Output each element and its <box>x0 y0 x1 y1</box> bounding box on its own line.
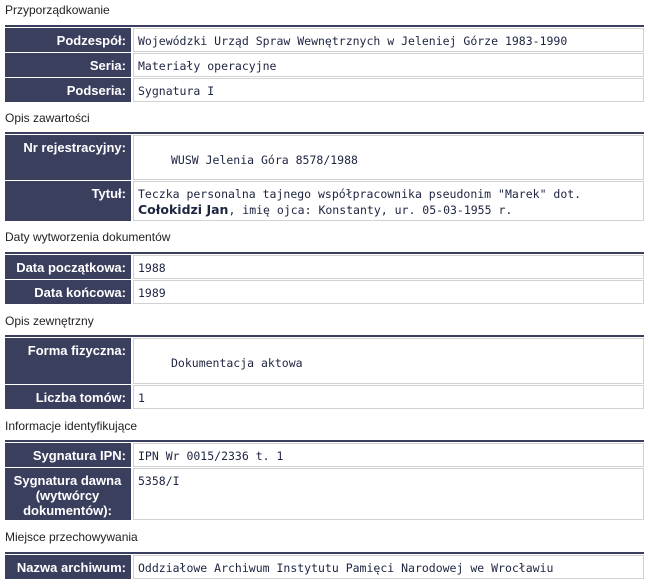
field-row-podseria: Podseria: Sygnatura I <box>5 78 644 102</box>
field-value: 5358/I <box>133 468 644 520</box>
field-row-nr-rejestracyjny: Nr rejestracyjny: WUSW Jelenia Góra 8578… <box>5 135 644 180</box>
field-value: 1989 <box>133 280 644 304</box>
field-value: Teczka personalna tajnego współpracownik… <box>133 181 644 221</box>
field-value: Dokumentacja aktowa <box>133 338 644 384</box>
field-label: Liczba tomów: <box>5 385 131 409</box>
field-label: Seria: <box>5 53 131 77</box>
field-label: Sygnatura IPN: <box>5 443 131 467</box>
field-row-data-koncowa: Data końcowa: 1989 <box>5 280 644 304</box>
section-heading-daty: Daty wytworzenia dokumentów <box>5 230 171 244</box>
section-divider <box>5 552 644 554</box>
section-divider <box>5 335 644 337</box>
field-value: Materiały operacyjne <box>133 53 644 77</box>
section-divider <box>5 440 644 442</box>
section-divider <box>5 252 644 254</box>
field-label: Podzespół: <box>5 28 131 52</box>
field-row-tytul: Tytuł: Teczka personalna tajnego współpr… <box>5 181 644 221</box>
field-value: Sygnatura I <box>133 78 644 102</box>
section-heading-informacje: Informacje identyfikujące <box>5 419 138 433</box>
section-divider <box>5 25 644 27</box>
tytul-text-suffix: , imię ojca: Konstanty, ur. 05-03-1955 r… <box>228 203 513 217</box>
field-value: IPN Wr 0015/2336 t. 1 <box>133 443 644 467</box>
field-value: 1988 <box>133 255 644 279</box>
field-row-seria: Seria: Materiały operacyjne <box>5 53 644 77</box>
field-label: Tytuł: <box>5 181 131 221</box>
field-label: Data końcowa: <box>5 280 131 304</box>
tytul-text-name: Cołokidzi Jan <box>138 202 229 217</box>
section-heading-miejsce: Miejsce przechowywania <box>5 530 138 544</box>
field-label: Nr rejestracyjny: <box>5 135 131 180</box>
field-label: Forma fizyczna: <box>5 338 131 384</box>
field-row-sygnatura-dawna: Sygnatura dawna (wytwórcy dokumentów): 5… <box>5 468 644 520</box>
field-row-data-poczatkowa: Data początkowa: 1988 <box>5 255 644 279</box>
field-value: Oddziałowe Archiwum Instytutu Pamięci Na… <box>133 555 644 579</box>
field-row-liczba-tomow: Liczba tomów: 1 <box>5 385 644 409</box>
section-divider <box>5 132 644 134</box>
field-row-sygnatura-ipn: Sygnatura IPN: IPN Wr 0015/2336 t. 1 <box>5 443 644 467</box>
field-value: Wojewódzki Urząd Spraw Wewnętrznych w Je… <box>133 28 644 52</box>
field-value: WUSW Jelenia Góra 8578/1988 <box>133 135 644 180</box>
field-row-nazwa-archiwum: Nazwa archiwum: Oddziałowe Archiwum Inst… <box>5 555 644 579</box>
field-value: 1 <box>133 385 644 409</box>
section-heading-opis-zewnetrzny: Opis zewnętrzny <box>5 314 94 328</box>
tytul-text-prefix: Teczka personalna tajnego współpracownik… <box>138 187 582 201</box>
section-heading-opis-zawartosci: Opis zawartości <box>5 111 90 125</box>
field-row-podzespol: Podzespół: Wojewódzki Urząd Spraw Wewnęt… <box>5 28 644 52</box>
field-row-forma-fizyczna: Forma fizyczna: Dokumentacja aktowa <box>5 338 644 384</box>
field-label: Sygnatura dawna (wytwórcy dokumentów): <box>5 468 131 520</box>
field-label: Nazwa archiwum: <box>5 555 131 579</box>
section-heading-przyporzadkowanie: Przyporządkowanie <box>5 3 110 17</box>
field-label: Data początkowa: <box>5 255 131 279</box>
field-label: Podseria: <box>5 78 131 102</box>
